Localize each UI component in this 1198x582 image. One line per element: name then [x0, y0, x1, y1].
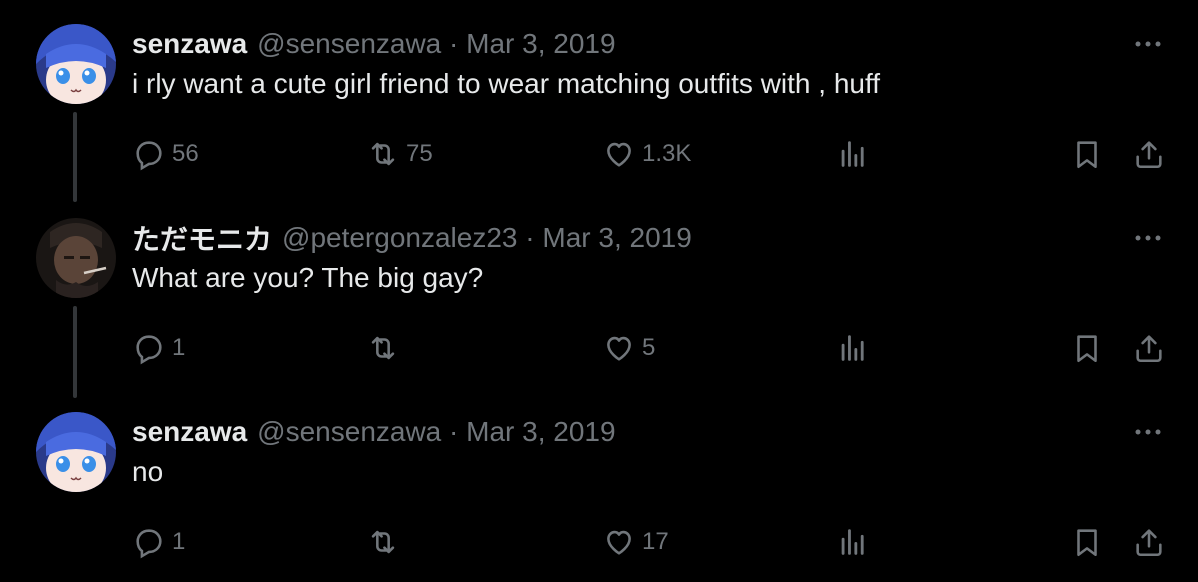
tweet[interactable]: senzawa @sensenzawa · Mar 3, 2019 no 1 1…: [0, 412, 1198, 562]
avatar[interactable]: [36, 24, 116, 104]
bookmark-icon: [1077, 335, 1097, 363]
like-button[interactable]: 1.3K: [602, 134, 691, 174]
retweet-icon: [371, 336, 395, 360]
avatar[interactable]: [36, 412, 116, 492]
reply-button[interactable]: 56: [132, 134, 199, 174]
like-button[interactable]: 17: [602, 522, 669, 562]
views-button[interactable]: [836, 522, 870, 562]
tweet[interactable]: senzawa @sensenzawa · Mar 3, 2019 i rly …: [0, 24, 1198, 174]
views-icon: [841, 529, 864, 555]
reply-count: 56: [172, 140, 199, 167]
handle-and-date[interactable]: @petergonzalez23 · Mar 3, 2019: [282, 222, 692, 254]
tweet[interactable]: ただモニカ @petergonzalez23 · Mar 3, 2019 Wha…: [0, 218, 1198, 368]
retweet-button[interactable]: 75: [366, 134, 433, 174]
retweet-count: 75: [406, 140, 433, 167]
share-icon: [1136, 141, 1162, 169]
share-icon: [1136, 529, 1162, 557]
bookmark-button[interactable]: [1070, 134, 1104, 174]
handle-and-date[interactable]: @sensenzawa · Mar 3, 2019: [257, 28, 615, 60]
reply-icon: [136, 529, 162, 559]
reply-button[interactable]: 1: [132, 328, 185, 368]
like-icon: [607, 336, 631, 361]
more-icon[interactable]: [1130, 420, 1166, 444]
action-bar: 1 17: [0, 522, 1198, 562]
action-bar: 56 75 1.3K: [0, 134, 1198, 174]
bookmark-icon: [1077, 529, 1097, 557]
share-button[interactable]: [1132, 328, 1166, 368]
tweet-header: ただモニカ @petergonzalez23 · Mar 3, 2019: [132, 218, 692, 258]
like-icon: [607, 530, 631, 555]
tweet-header: senzawa @sensenzawa · Mar 3, 2019: [132, 412, 616, 452]
tweet-text: i rly want a cute girl friend to wear ma…: [132, 68, 881, 99]
share-icon: [1136, 335, 1162, 363]
reply-button[interactable]: 1: [132, 522, 185, 562]
display-name[interactable]: senzawa: [132, 416, 247, 448]
like-button[interactable]: 5: [602, 328, 655, 368]
bookmark-icon: [1077, 141, 1097, 169]
more-icon[interactable]: [1130, 226, 1166, 250]
bookmark-button[interactable]: [1070, 328, 1104, 368]
share-button[interactable]: [1132, 134, 1166, 174]
like-count: 5: [642, 334, 656, 361]
action-bar: 1 5: [0, 328, 1198, 368]
reply-count: 1: [172, 528, 186, 555]
tweet-text: no: [132, 456, 164, 487]
views-icon: [841, 335, 864, 361]
reply-icon: [136, 335, 162, 365]
retweet-icon: [371, 142, 395, 166]
views-button[interactable]: [836, 328, 870, 368]
display-name[interactable]: ただモニカ: [132, 218, 272, 258]
tweet-text: What are you? The big gay?: [132, 262, 484, 293]
views-icon: [841, 141, 864, 167]
like-icon: [607, 142, 631, 167]
reply-icon: [136, 141, 162, 171]
like-count: 1.3K: [642, 140, 692, 167]
retweet-icon: [371, 530, 395, 554]
tweet-header: senzawa @sensenzawa · Mar 3, 2019: [132, 24, 616, 64]
retweet-button[interactable]: [366, 328, 406, 368]
display-name[interactable]: senzawa: [132, 28, 247, 60]
reply-count: 1: [172, 334, 186, 361]
handle-and-date[interactable]: @sensenzawa · Mar 3, 2019: [257, 416, 615, 448]
bookmark-button[interactable]: [1070, 522, 1104, 562]
more-icon[interactable]: [1130, 32, 1166, 56]
like-count: 17: [642, 528, 669, 555]
avatar[interactable]: [36, 218, 116, 298]
views-button[interactable]: [836, 134, 870, 174]
share-button[interactable]: [1132, 522, 1166, 562]
retweet-button[interactable]: [366, 522, 406, 562]
